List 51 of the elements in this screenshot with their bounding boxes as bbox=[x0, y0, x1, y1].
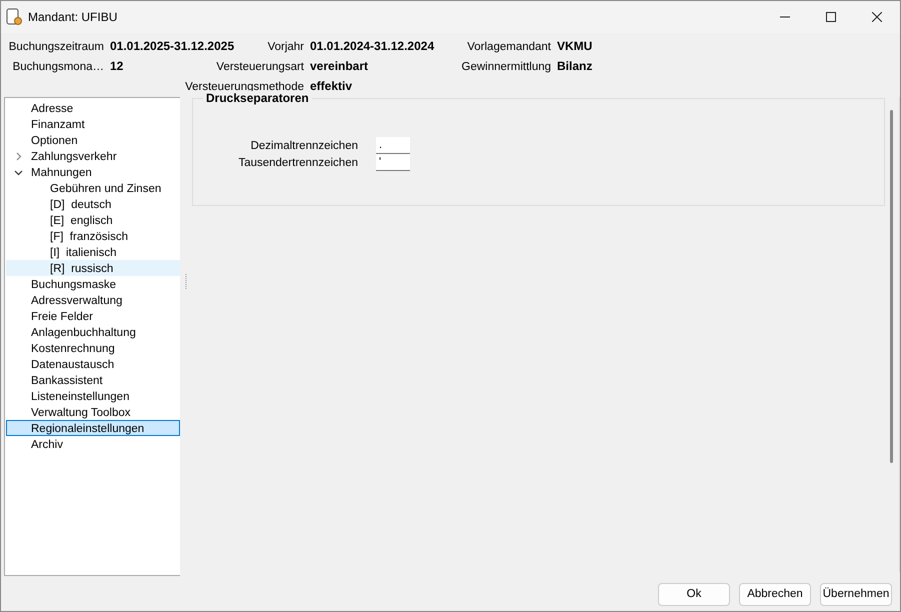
group-title: Druckseparatoren bbox=[203, 91, 312, 105]
field-value: vereinbart bbox=[310, 58, 370, 74]
tree-item[interactable]: Verwaltung Toolbox bbox=[6, 404, 180, 420]
maximize-icon[interactable] bbox=[826, 12, 836, 22]
app-icon bbox=[5, 8, 23, 26]
dialog-button[interactable]: Ok bbox=[658, 582, 730, 606]
input-field[interactable]: ' bbox=[376, 154, 410, 171]
field-label: Buchungszeitraum bbox=[8, 40, 104, 55]
field-value: 01.01.2025-31.12.2025 bbox=[110, 38, 236, 54]
splitter-grip[interactable] bbox=[185, 274, 188, 290]
field-value: Bilanz bbox=[557, 58, 594, 74]
tree-item[interactable]: Zahlungsverkehr bbox=[6, 148, 180, 164]
tree-item[interactable]: Bankassistent bbox=[6, 372, 180, 388]
dialog-button[interactable]: Übernehmen bbox=[820, 582, 892, 606]
tree-item[interactable]: Buchungsmaske bbox=[6, 276, 180, 292]
tree-item[interactable]: Archiv bbox=[6, 436, 180, 452]
tree-item[interactable]: [F] französisch bbox=[6, 228, 180, 244]
tree-item[interactable]: Listeneinstellungen bbox=[6, 388, 180, 404]
tree-item[interactable]: Optionen bbox=[6, 132, 180, 148]
tree-item[interactable]: Regionaleinstellungen bbox=[6, 420, 180, 436]
tree-item[interactable]: Anlagenbuchhaltung bbox=[6, 324, 180, 340]
tree-item[interactable]: Mahnungen bbox=[6, 164, 180, 180]
tree-item[interactable]: [I] italienisch bbox=[6, 244, 180, 260]
tree-item[interactable]: Finanzamt bbox=[6, 116, 180, 132]
field-label: Buchungsmona… bbox=[12, 60, 104, 75]
close-icon[interactable] bbox=[872, 12, 882, 22]
field-label: Versteuerungsmethode bbox=[185, 80, 304, 93]
dialog-button[interactable]: Abbrechen bbox=[739, 582, 811, 606]
chevron-down-icon[interactable] bbox=[14, 168, 23, 177]
field-value: 01.01.2024-31.12.2024 bbox=[310, 38, 436, 54]
tree-item[interactable]: [R] russisch bbox=[6, 260, 180, 276]
tree-item[interactable]: Freie Felder bbox=[6, 308, 180, 324]
field-label: Vorlagemandant bbox=[467, 40, 551, 55]
field-label: Gewinnermittlung bbox=[462, 60, 551, 75]
tree-item[interactable]: [E] englisch bbox=[6, 212, 180, 228]
field-label: Versteuerungsart bbox=[216, 60, 304, 75]
input-field[interactable]: . bbox=[376, 137, 410, 154]
tree-item[interactable]: Adresse bbox=[6, 100, 180, 116]
tree-item[interactable]: [D] deutsch bbox=[6, 196, 180, 212]
scrollbar[interactable] bbox=[890, 110, 893, 463]
field-value: VKMU bbox=[557, 38, 594, 54]
tree-item[interactable]: Datenaustausch bbox=[6, 356, 180, 372]
field-label: Tausendertrennzeichen bbox=[238, 156, 358, 168]
chevron-right-icon[interactable] bbox=[14, 152, 23, 161]
tree-item[interactable]: Gebühren und Zinsen bbox=[6, 180, 180, 196]
window-title: Mandant: UFIBU bbox=[28, 10, 118, 24]
tree-item[interactable]: Adressverwaltung bbox=[6, 292, 180, 308]
tree-item[interactable]: Kostenrechnung bbox=[6, 340, 180, 356]
field-label: Dezimaltrennzeichen bbox=[250, 140, 358, 152]
field-value: effektiv bbox=[310, 78, 354, 94]
field-label: Vorjahr bbox=[268, 40, 304, 55]
